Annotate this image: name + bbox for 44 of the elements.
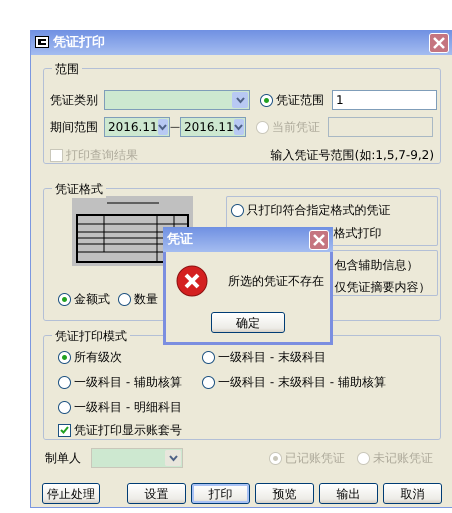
chevron-down-icon [165, 450, 181, 466]
dialog-button[interactable]: 输出 [319, 483, 378, 504]
group-title: 凭证打印模式 [52, 327, 130, 345]
dialog-button[interactable]: 设置 [127, 483, 186, 504]
close-button[interactable] [309, 230, 329, 250]
separator-text: — [170, 120, 180, 134]
ok-button[interactable]: 确定 [211, 312, 285, 333]
dialog-title: 凭证 [167, 230, 194, 249]
period-from-dropdown[interactable]: 2016.11 [104, 117, 170, 137]
option-text: 包含辅助信息） [334, 257, 419, 274]
period-to-dropdown[interactable]: 2016.11 [180, 117, 246, 137]
dialog-button[interactable]: 停止处理 [42, 483, 100, 504]
field-label: 制单人 [45, 450, 82, 467]
close-button[interactable] [429, 32, 449, 52]
hint-text: 输入凭证号范围(如:1,5,7-9,2) [270, 147, 434, 164]
dialog-button[interactable]: 打印 [191, 483, 250, 504]
dialog-message: 所选的凭证不存在 [228, 273, 324, 290]
field-label: 凭证类别 [50, 92, 99, 109]
radio-option[interactable]: 一级科目 - 明细科目 [58, 398, 202, 416]
window-title: 凭证打印 [53, 34, 106, 52]
radio-option[interactable]: 一级科目 - 末级科目 - 辅助核算 [202, 373, 440, 391]
group-title: 凭证格式 [52, 180, 106, 198]
radio-option[interactable]: 一级科目 - 辅助核算 [58, 373, 202, 391]
range-input[interactable]: 1 [332, 90, 437, 110]
group-title: 范围 [52, 60, 82, 78]
radio-option[interactable]: 金额式 [58, 290, 110, 308]
voucher-type-dropdown[interactable] [104, 90, 250, 110]
option-text: 仅凭证摘要内容） [334, 279, 431, 296]
radio-option[interactable]: 只打印符合指定格式的凭证 [230, 201, 433, 219]
radio-option[interactable]: 数量 [118, 290, 158, 308]
chevron-down-icon [158, 119, 168, 135]
option-text: 格式打印 [334, 225, 382, 242]
close-icon [313, 234, 325, 246]
radio-option[interactable]: 一级科目 - 末级科目 [202, 348, 440, 366]
chevron-down-icon [234, 119, 244, 135]
error-icon [176, 265, 208, 297]
checkbox-option[interactable]: 凭证打印显示账套号 [58, 421, 182, 439]
field-label: 期间范围 [50, 119, 99, 136]
chevron-down-icon [232, 92, 248, 108]
dialog-button[interactable]: 取消 [383, 483, 442, 504]
close-icon [433, 36, 445, 48]
radio-option[interactable]: 所有级次 [58, 348, 202, 366]
dialog-button[interactable]: 预览 [255, 483, 314, 504]
radio-option[interactable]: 凭证范围 [260, 91, 332, 109]
